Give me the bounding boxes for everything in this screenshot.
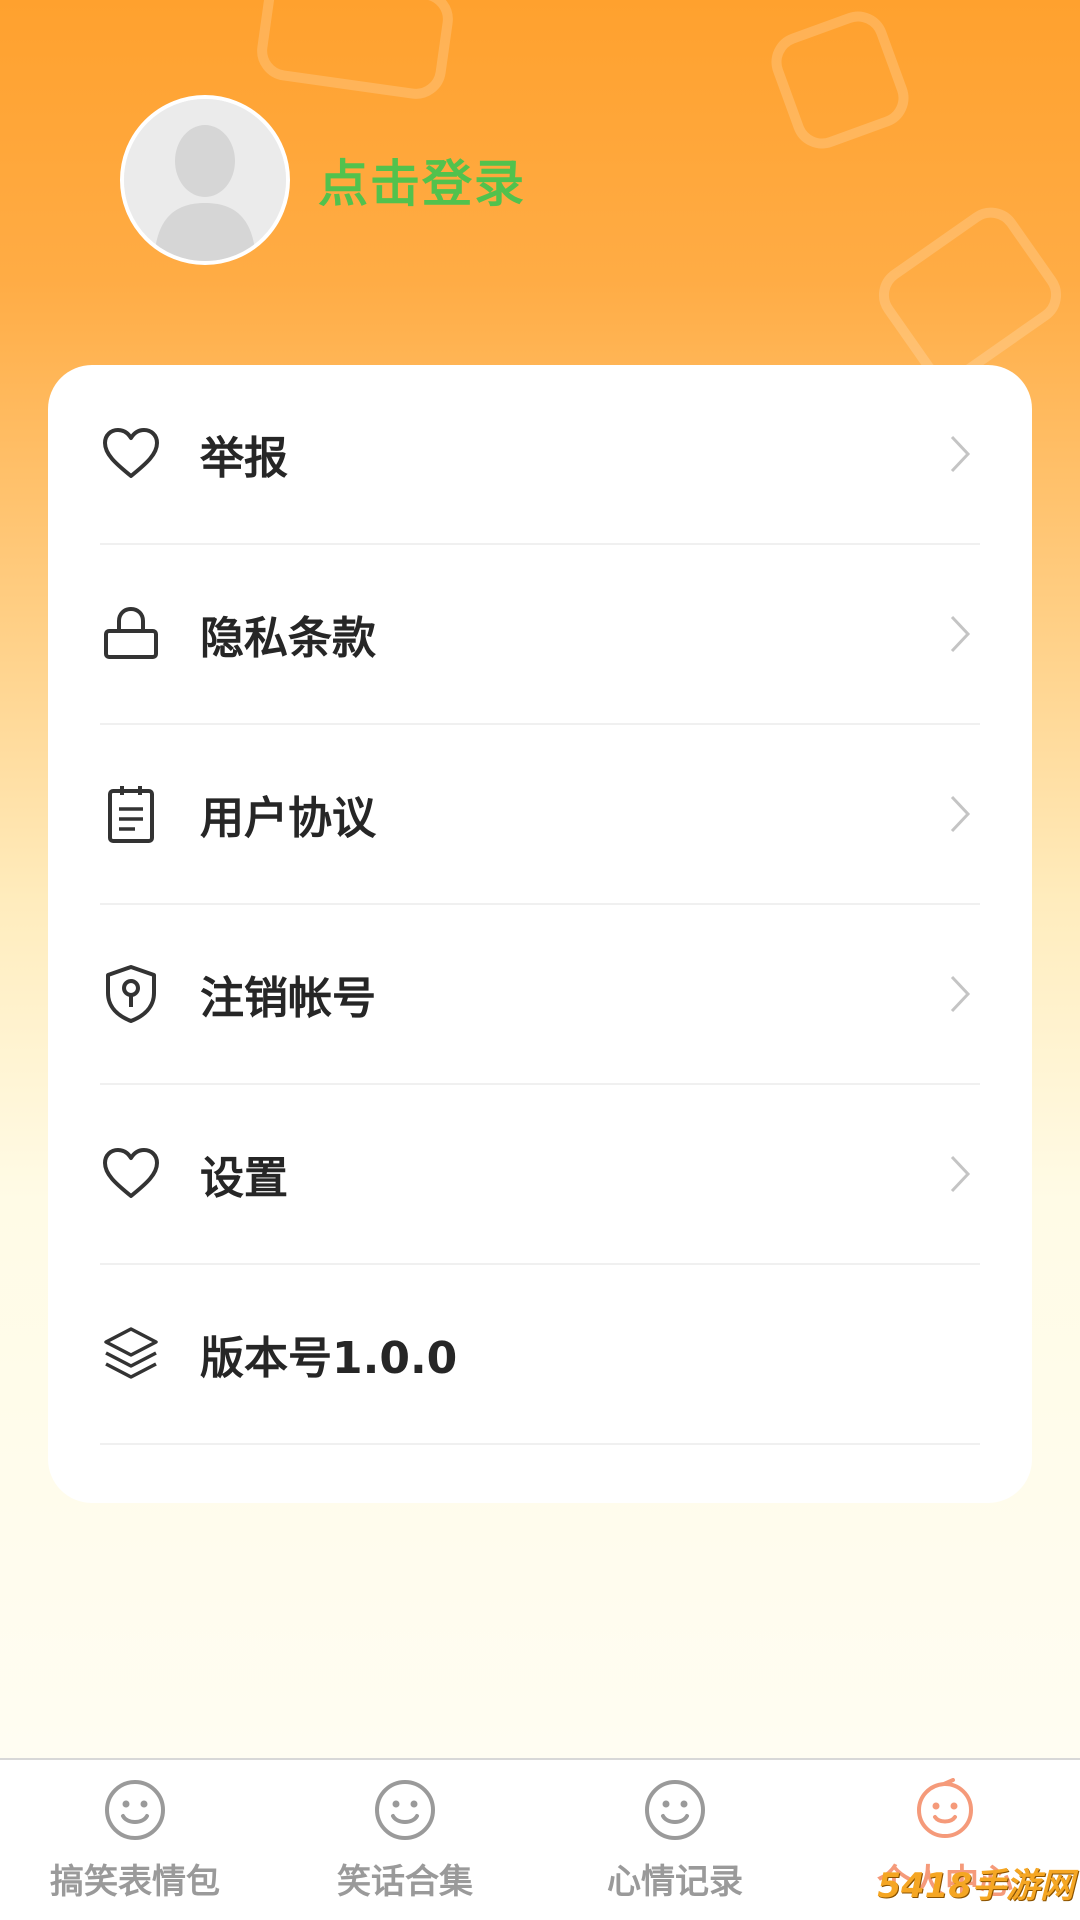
tab-jokes[interactable]: 笑话合集 <box>270 1778 540 1918</box>
tab-label: 搞笑表情包 <box>50 1862 220 1902</box>
shield-icon <box>100 963 162 1025</box>
chevron-right-icon <box>940 604 980 664</box>
chevron-right-icon <box>940 424 980 484</box>
menu-item-user-agreement[interactable]: 用户协议 <box>100 725 980 905</box>
smiley-icon <box>375 1780 435 1840</box>
menu-item-label: 用户协议 <box>200 793 376 844</box>
tab-mood-journal[interactable]: 心情记录 <box>540 1778 810 1918</box>
smiley-active-icon <box>916 1778 974 1839</box>
chevron-right-icon <box>940 784 980 844</box>
version-label: 版本号1.0.0 <box>200 1333 458 1384</box>
layers-icon <box>100 1323 162 1385</box>
login-header[interactable]: 点击登录 <box>120 95 526 265</box>
menu-item-label: 隐私条款 <box>200 613 376 664</box>
background-decoration <box>253 0 457 103</box>
background-decoration <box>763 3 917 157</box>
menu-item-label: 注销帐号 <box>200 973 376 1024</box>
document-icon <box>100 783 162 845</box>
smiley-icon <box>105 1780 165 1840</box>
watermark: 5418手游网 <box>877 1866 1074 1906</box>
menu-card: 举报 隐私条款 用户协议 注销帐号 设置 版本号1.0.0 <box>48 365 1032 1503</box>
tab-label: 心情记录 <box>607 1862 743 1902</box>
avatar[interactable] <box>120 95 290 265</box>
tab-funny-stickers[interactable]: 搞笑表情包 <box>0 1778 270 1918</box>
user-silhouette-icon <box>124 99 286 261</box>
menu-item-delete-account[interactable]: 注销帐号 <box>100 905 980 1085</box>
menu-item-settings[interactable]: 设置 <box>100 1085 980 1265</box>
menu-item-label: 举报 <box>200 433 288 484</box>
menu-item-label: 设置 <box>200 1153 288 1204</box>
menu-item-version: 版本号1.0.0 <box>100 1265 980 1445</box>
menu-item-privacy[interactable]: 隐私条款 <box>100 545 980 725</box>
smiley-icon <box>645 1780 705 1840</box>
chevron-right-icon <box>940 964 980 1024</box>
heart-icon <box>100 1143 162 1205</box>
login-link[interactable]: 点击登录 <box>318 144 526 216</box>
heart-icon <box>100 423 162 485</box>
chevron-right-icon <box>940 1144 980 1204</box>
tab-label: 笑话合集 <box>337 1862 473 1902</box>
lock-icon <box>100 603 162 665</box>
menu-item-report[interactable]: 举报 <box>100 365 980 545</box>
